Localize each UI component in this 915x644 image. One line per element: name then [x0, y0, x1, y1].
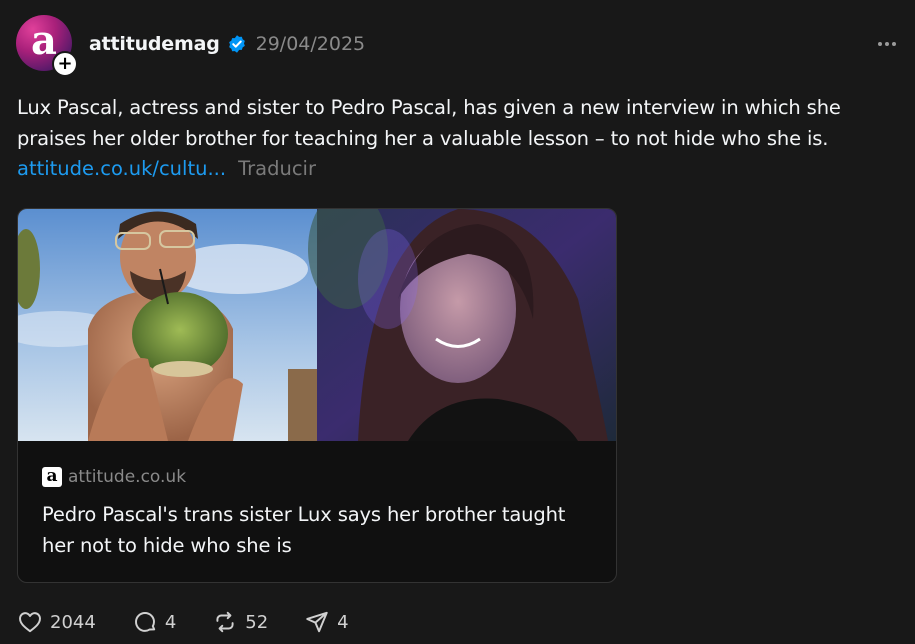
comment-count: 4: [164, 611, 177, 633]
send-icon: [306, 611, 328, 633]
comment-icon: [134, 612, 155, 632]
action-bar: 2044 4 52 4: [17, 608, 385, 636]
repost-icon: [216, 611, 234, 633]
verified-badge-icon: [228, 35, 245, 53]
post: a + attitudemag 29/04/2025 Lux Pascal, a…: [0, 0, 915, 644]
heart-icon: [19, 612, 41, 633]
repost-button[interactable]: 52: [212, 609, 268, 635]
post-text: Lux Pascal, actress and sister to Pedro …: [17, 96, 841, 150]
follow-button[interactable]: +: [52, 51, 78, 77]
avatar-wrap[interactable]: a +: [16, 15, 78, 77]
site-logo-icon: a: [42, 467, 62, 487]
card-domain: attitude.co.uk: [68, 467, 187, 487]
share-button[interactable]: 4: [304, 609, 349, 635]
post-header: attitudemag 29/04/2025: [89, 30, 365, 58]
like-button[interactable]: 2044: [17, 609, 96, 635]
username[interactable]: attitudemag: [89, 33, 220, 55]
repost-count: 52: [245, 611, 269, 633]
like-count: 2044: [50, 611, 96, 633]
card-title[interactable]: Pedro Pascal's trans sister Lux says her…: [42, 499, 602, 561]
translate-button[interactable]: Traducir: [238, 155, 316, 183]
post-date[interactable]: 29/04/2025: [256, 33, 366, 55]
more-options-icon[interactable]: [875, 34, 899, 54]
share-count: 4: [337, 611, 349, 633]
card-image: [18, 209, 616, 441]
post-link[interactable]: attitude.co.uk/cultu...: [17, 155, 226, 183]
link-line: attitude.co.uk/cultu... Traducir: [17, 155, 316, 183]
comment-button[interactable]: 4: [132, 609, 176, 635]
link-preview-card[interactable]: a attitude.co.uk Pedro Pascal's trans si…: [17, 208, 617, 583]
card-meta: a attitude.co.uk: [42, 467, 186, 487]
